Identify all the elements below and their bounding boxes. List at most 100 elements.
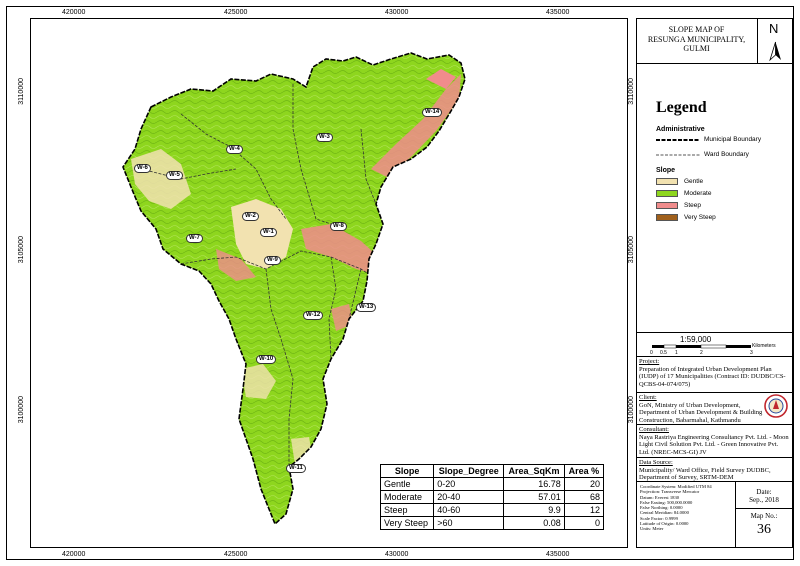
table-cell: 20-40 (433, 490, 505, 504)
scale-unit: Kilometers (752, 343, 776, 349)
table-cell: 12 (563, 503, 605, 517)
coord-y-right-1: 3110000 (628, 78, 635, 105)
ward-label-9[interactable]: W-9 (264, 256, 281, 265)
table-cell: 0 (563, 516, 605, 530)
data-source-text: Municipality/ Ward Office, Field Survey … (639, 466, 771, 482)
project-section: Project: Preparation of Integrated Urban… (636, 356, 793, 392)
coord-x-bottom-2: 425000 (224, 551, 248, 558)
projection-line: Units: Meter (640, 526, 664, 532)
ward-label-7[interactable]: W-7 (186, 234, 203, 243)
coord-x-top-3: 430000 (385, 9, 409, 16)
table-cell: Steep (379, 503, 435, 517)
map-no-label: Map No.: (750, 512, 778, 520)
north-letter: N (769, 21, 779, 36)
legend-moderate: Moderate (684, 190, 712, 197)
scale-divider (636, 332, 793, 333)
legend-gentle: Gentle (684, 178, 704, 185)
coord-x-top-1: 420000 (62, 9, 86, 16)
coord-x-top-4: 435000 (546, 9, 570, 16)
projection-info: Coordinate System: Modified UTM 84 Proje… (640, 484, 712, 532)
date-divider (735, 508, 793, 509)
consultant-section: Consultant: Naya Rastriya Engineering Co… (636, 424, 793, 457)
moderate-swatch (656, 190, 678, 197)
date-block: Date: Sep., 2018 (735, 488, 793, 504)
project-label: Project: (639, 358, 660, 365)
project-text: Preparation of Integrated Urban Developm… (639, 365, 786, 388)
nepal-emblem-icon (764, 394, 788, 418)
ward-label-11[interactable]: W-11 (286, 464, 306, 473)
ward-label-14[interactable]: W-14 (422, 108, 443, 117)
map-title-line: RESUNGA MUNICIPALITY, (647, 34, 746, 44)
table-row: Steep 40-60 9.9 12 (379, 503, 605, 517)
table-row: Moderate 20-40 57.01 68 (379, 490, 605, 504)
table-row: Very Steep >60 0.08 0 (379, 516, 605, 530)
ward-label-4[interactable]: W-4 (226, 145, 243, 154)
table-cell: 0-20 (433, 477, 505, 491)
ward-label-13[interactable]: W-13 (356, 303, 377, 312)
coord-y-left-3: 3100000 (18, 396, 25, 424)
coord-y-left-2: 3105000 (18, 236, 25, 264)
legend-ward-boundary: Ward Boundary (704, 151, 749, 158)
legend-municipal-boundary: Municipal Boundary (704, 136, 762, 143)
table-cell: 68 (563, 490, 605, 504)
ward-label-3[interactable]: W-3 (316, 133, 333, 142)
legend-administrative-heading: Administrative (656, 126, 705, 133)
coord-y-right-2: 3105000 (628, 236, 635, 264)
table-header-cell: Slope (379, 464, 435, 478)
coord-y-right-3: 3100000 (628, 396, 635, 424)
consultant-text: Naya Rastriya Engineering Consultancy Pv… (639, 433, 789, 456)
date-label: Date: (756, 488, 772, 496)
table-row: Gentle 0-20 16.78 20 (379, 477, 605, 491)
coord-x-bottom-4: 435000 (546, 551, 570, 558)
table-cell: Moderate (379, 490, 435, 504)
steep-swatch (656, 202, 678, 209)
coord-x-top-2: 425000 (224, 9, 248, 16)
table-header-cell: Area % (563, 464, 605, 478)
client-text: GoN, Ministry of Urban Development, Depa… (639, 401, 763, 424)
legend-title: Legend (656, 99, 707, 116)
data-source-label: Data Source: (639, 459, 673, 466)
consultant-label: Consultant: (639, 426, 669, 433)
table-header-cell: Area_SqKm (503, 464, 565, 478)
table-cell: Gentle (379, 477, 435, 491)
map-title-line: GULMI (683, 44, 710, 53)
bottom-divider (636, 481, 793, 482)
table-header-cell: Slope_Degree (433, 464, 505, 478)
table-cell: 0.08 (503, 516, 565, 530)
ward-label-10[interactable]: W-10 (256, 355, 277, 364)
data-source-section: Data Source: Municipality/ Ward Office, … (636, 457, 793, 481)
table-header-row: Slope Slope_Degree Area_SqKm Area % (379, 464, 605, 478)
map-title: SLOPE MAP OF RESUNGA MUNICIPALITY, GULMI (636, 18, 758, 64)
table-cell: 20 (563, 477, 605, 491)
map-no-value: 36 (757, 522, 771, 537)
date-value: Sep., 2018 (749, 496, 779, 504)
municipal-boundary-symbol (656, 139, 700, 141)
slope-statistics-table: Slope Slope_Degree Area_SqKm Area % Gent… (379, 464, 605, 530)
coord-y-left-1: 3110000 (18, 78, 25, 105)
ward-boundary-symbol (656, 154, 700, 156)
table-cell: >60 (433, 516, 505, 530)
legend-steep: Steep (684, 202, 701, 209)
legend-very-steep: Very Steep (684, 214, 716, 221)
ward-label-5[interactable]: W-5 (166, 171, 183, 180)
map-title-line: SLOPE MAP OF (668, 25, 725, 34)
table-cell: 57.01 (503, 490, 565, 504)
ward-label-8[interactable]: W-8 (330, 222, 347, 231)
ward-label-6[interactable]: W-6 (134, 164, 151, 173)
ward-label-2[interactable]: W-2 (242, 212, 259, 221)
north-arrow: N (758, 18, 793, 64)
coord-x-bottom-1: 420000 (62, 551, 86, 558)
gentle-swatch (656, 178, 678, 185)
very-steep-swatch (656, 214, 678, 221)
ward-label-1[interactable]: W-1 (260, 228, 277, 237)
table-cell: 16.78 (503, 477, 565, 491)
table-cell: Very Steep (379, 516, 435, 530)
ward-label-12[interactable]: W-12 (303, 311, 324, 320)
scale-ratio: 1:59,000 (680, 335, 712, 344)
table-cell: 40-60 (433, 503, 505, 517)
coord-x-bottom-3: 430000 (385, 551, 409, 558)
table-cell: 9.9 (503, 503, 565, 517)
slope-moderate-area (123, 53, 465, 524)
legend-slope-heading: Slope (656, 167, 676, 174)
client-label: Client: (639, 394, 657, 401)
